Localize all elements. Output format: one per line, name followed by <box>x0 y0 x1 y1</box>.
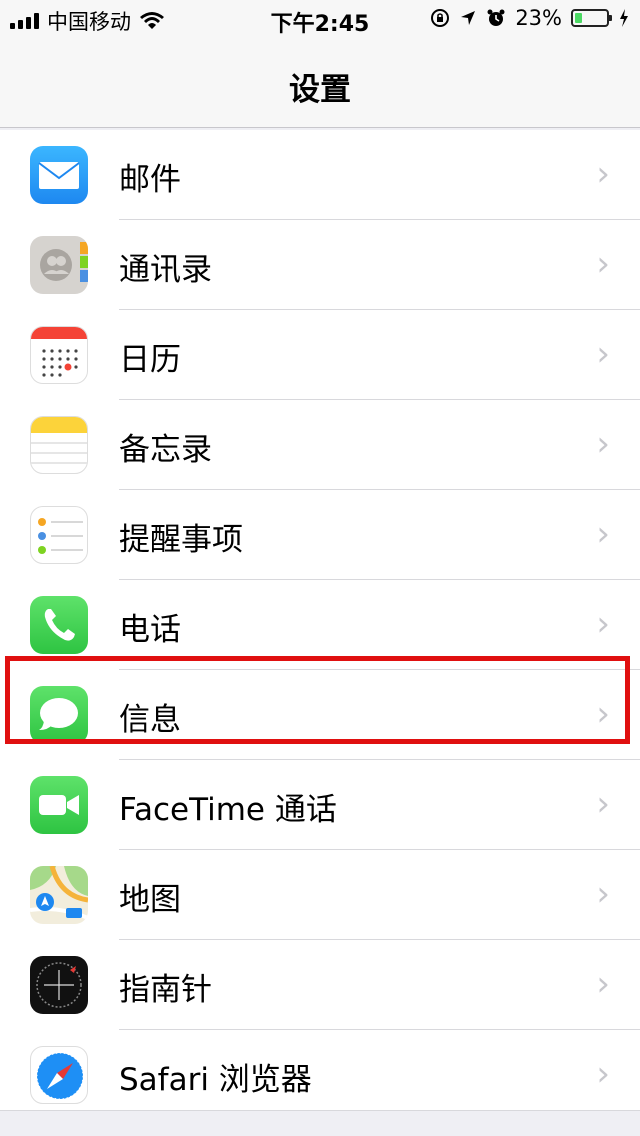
row-label: 邮件 <box>119 162 181 198</box>
settings-row-compass[interactable]: 指南针 › <box>0 940 640 1030</box>
row-label: 指南针 <box>119 972 212 1008</box>
location-icon <box>461 11 476 25</box>
contacts-icon <box>30 236 88 294</box>
row-label: 通讯录 <box>119 252 212 288</box>
page-title: 设置 <box>289 72 351 108</box>
row-label: 信息 <box>119 702 181 738</box>
battery-percent: 23% <box>515 6 562 30</box>
phone-icon <box>30 596 88 654</box>
status-right: 23% <box>430 6 630 30</box>
facetime-icon <box>30 776 88 834</box>
chevron-right-icon: › <box>596 874 610 914</box>
row-label: Safari 浏览器 <box>119 1062 312 1098</box>
settings-row-calendar[interactable]: 日历 › <box>0 310 640 400</box>
calendar-icon <box>30 326 88 384</box>
chevron-right-icon: › <box>596 334 610 374</box>
battery-icon <box>571 9 612 27</box>
chevron-right-icon: › <box>596 154 610 194</box>
settings-row-contacts[interactable]: 通讯录 › <box>0 220 640 310</box>
navigation-bar: 设置 <box>0 40 640 128</box>
list-footer <box>0 1110 640 1136</box>
settings-row-notes[interactable]: 备忘录 › <box>0 400 640 490</box>
compass-icon <box>30 956 88 1014</box>
row-label: 日历 <box>119 342 181 378</box>
battery-fill <box>575 13 582 23</box>
chevron-right-icon: › <box>596 604 610 644</box>
safari-icon <box>30 1046 88 1104</box>
settings-row-phone[interactable]: 电话 › <box>0 580 640 670</box>
alarm-icon <box>487 9 505 26</box>
notes-icon <box>30 416 88 474</box>
settings-row-reminders[interactable]: 提醒事项 › <box>0 490 640 580</box>
settings-row-mail[interactable]: 邮件 › <box>0 130 640 220</box>
maps-icon <box>30 866 88 924</box>
row-label: 提醒事项 <box>119 522 243 558</box>
row-label: 电话 <box>119 612 181 648</box>
settings-row-facetime[interactable]: FaceTime 通话 › <box>0 760 640 850</box>
status-bar: 中国移动 下午2:45 23% <box>0 0 640 40</box>
mail-icon <box>30 146 88 204</box>
row-label: 地图 <box>119 882 181 918</box>
chevron-right-icon: › <box>596 514 610 554</box>
messages-icon <box>30 686 88 744</box>
reminders-icon <box>30 506 88 564</box>
rotation-lock-icon <box>431 9 450 27</box>
chevron-right-icon: › <box>596 964 610 1004</box>
chevron-right-icon: › <box>596 244 610 284</box>
settings-row-safari[interactable]: Safari 浏览器 › <box>0 1030 640 1120</box>
chevron-right-icon: › <box>596 1054 610 1094</box>
chevron-right-icon: › <box>596 694 610 734</box>
chevron-right-icon: › <box>596 784 610 824</box>
row-label: FaceTime 通话 <box>119 792 337 828</box>
charging-icon <box>620 9 628 27</box>
chevron-right-icon: › <box>596 424 610 464</box>
settings-row-messages[interactable]: 信息 › <box>0 670 640 760</box>
settings-row-maps[interactable]: 地图 › <box>0 850 640 940</box>
settings-list: 邮件 › 通讯录 › 日历 › 备忘录 › 提醒事项 › 电话 › 信息 › F… <box>0 130 640 1110</box>
row-label: 备忘录 <box>119 432 212 468</box>
